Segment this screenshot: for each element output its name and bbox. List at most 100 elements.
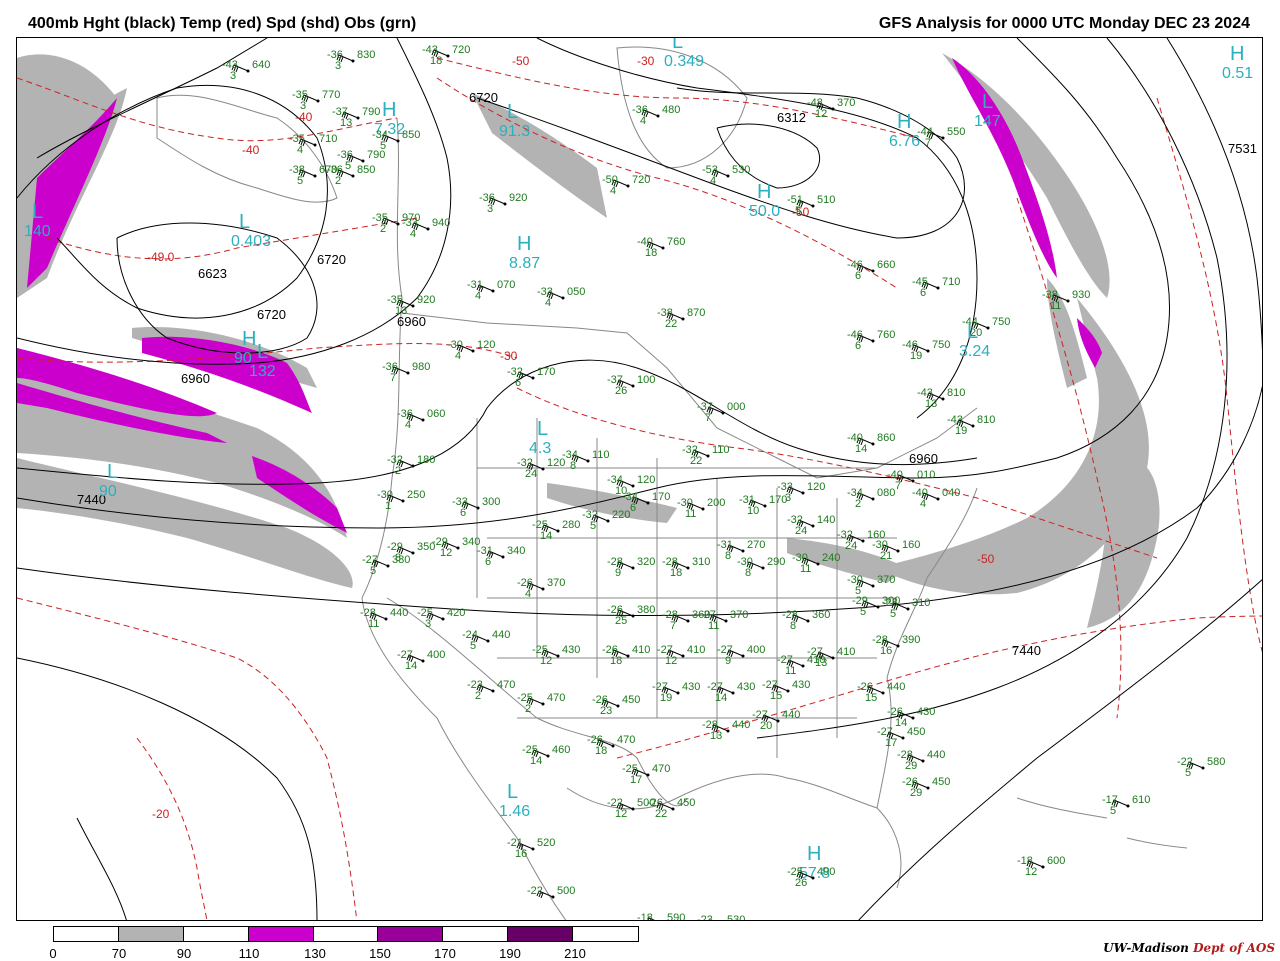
obs-height: 380 (637, 604, 655, 616)
obs-height: 720 (452, 44, 470, 56)
obs-dewpoint-depression: 18 (430, 55, 442, 67)
obs-dewpoint-depression: 7 (670, 620, 676, 632)
station-obs: -225580 (1177, 756, 1225, 779)
colorbar-segment (183, 927, 249, 941)
station-obs: -367980 (382, 361, 430, 384)
obs-height: 370 (547, 577, 565, 589)
obs-dewpoint-depression: 7 (390, 372, 396, 384)
obs-temp: -23 (697, 914, 713, 921)
station-dot-icon (941, 397, 945, 401)
colorbar-segment (378, 927, 444, 941)
height-label: 6312 (777, 110, 806, 125)
map-canvas: 6720672066236720696069606312753169607440… (17, 38, 1262, 921)
center-symbol: H (897, 111, 911, 133)
obs-dewpoint-depression: 11 (685, 508, 696, 520)
station-dot-icon (926, 349, 930, 353)
station-dot-icon (541, 587, 545, 591)
station-obs: -2711370 (700, 609, 748, 632)
obs-height: 120 (807, 481, 825, 493)
obs-dewpoint-depression: 12 (1025, 866, 1037, 878)
station-obs: -2517470 (622, 763, 670, 786)
station-dot-icon (561, 296, 565, 300)
center-value: 0.51 (1222, 65, 1253, 82)
station-obs: -3822870 (657, 307, 705, 330)
obs-dewpoint-depression: 2 (380, 223, 386, 235)
obs-height: 050 (567, 286, 585, 298)
obs-dewpoint-depression: 21 (880, 550, 892, 562)
obs-height: 790 (367, 149, 385, 161)
obs-height: 520 (537, 837, 555, 849)
station-dot-icon (356, 116, 360, 120)
obs-dewpoint-depression: 7 (925, 137, 931, 149)
height-label: 6960 (181, 371, 210, 386)
colorbar-segment (573, 927, 639, 941)
obs-height: 410 (837, 646, 855, 658)
obs-temp: -18 (637, 912, 653, 921)
obs-height: 070 (497, 279, 515, 291)
obs-dewpoint-depression: 12 (815, 108, 827, 120)
station-dot-icon (871, 497, 875, 501)
center-value: 90 (99, 483, 117, 500)
obs-dewpoint-depression: 2 (475, 690, 481, 702)
obs-height: 140 (817, 514, 835, 526)
center-symbol: H (1230, 43, 1244, 65)
obs-dewpoint-depression: 6 (855, 340, 861, 352)
station-dot-icon (871, 269, 875, 273)
station-dot-icon (676, 691, 680, 695)
obs-dewpoint-depression: 20 (970, 327, 982, 339)
station-dot-icon (876, 605, 880, 609)
obs-dewpoint-depression: 10 (747, 505, 759, 517)
obs-dewpoint-depression: 26 (615, 385, 627, 397)
colorbar-tick: 70 (111, 946, 127, 961)
temp-label: -40 (295, 110, 313, 124)
obs-dewpoint-depression: 13 (925, 398, 937, 410)
station-obs: -336300 (452, 496, 500, 519)
station-obs: -466660 (847, 259, 895, 282)
center-symbol: L (107, 461, 118, 483)
obs-height: 470 (497, 679, 515, 691)
height-label: 6720 (257, 307, 286, 322)
station-obs: -288360 (782, 609, 830, 632)
obs-dewpoint-depression: 12 (615, 808, 627, 820)
obs-height: 390 (902, 634, 920, 646)
station-dot-icon (801, 491, 805, 495)
center-value: 90 (234, 350, 252, 367)
station-obs: -515510 (787, 194, 835, 217)
station-obs: -2623450 (592, 694, 640, 717)
obs-dewpoint-depression: 6 (920, 287, 926, 299)
obs-height: 400 (427, 649, 445, 661)
colorbar-tick: 150 (369, 946, 391, 961)
credit-label: UW-Madison Dept of AOS (1100, 940, 1278, 956)
station-dot-icon (806, 619, 810, 623)
colorbar-tick: 0 (49, 946, 57, 961)
center-symbol: L (507, 101, 518, 123)
credit-dept: Dept of AOS (1193, 941, 1275, 955)
obs-dewpoint-depression: 8 (790, 620, 796, 632)
center-value: 140 (24, 223, 51, 240)
temp-label: -30 (637, 54, 655, 68)
station-obs: -3011200 (677, 497, 725, 520)
station-dot-icon (906, 607, 910, 611)
obs-height: 920 (417, 294, 435, 306)
colorbar-segment (443, 927, 509, 941)
station-obs: -433640 (222, 59, 270, 82)
obs-dewpoint-depression: 14 (540, 530, 552, 542)
station-dot-icon (686, 566, 690, 570)
station-obs: -326170 (507, 366, 555, 389)
station-dot-icon (811, 204, 815, 208)
station-dot-icon (881, 691, 885, 695)
obs-height: 450 (677, 797, 695, 809)
obs-height: 410 (687, 644, 705, 656)
obs-height: 810 (947, 387, 965, 399)
center-symbol: L (257, 341, 268, 363)
station-obs: -2514460 (522, 744, 570, 767)
station-obs: -4313810 (917, 387, 965, 410)
station-dot-icon (541, 702, 545, 706)
obs-dewpoint-depression: 13 (395, 305, 407, 317)
station-dot-icon (626, 184, 630, 188)
station-dot-icon (411, 464, 415, 468)
station-dot-icon (816, 562, 820, 566)
obs-dewpoint-depression: 5 (345, 160, 351, 172)
obs-height: 770 (322, 89, 340, 101)
station-obs: -2719430 (652, 681, 700, 704)
